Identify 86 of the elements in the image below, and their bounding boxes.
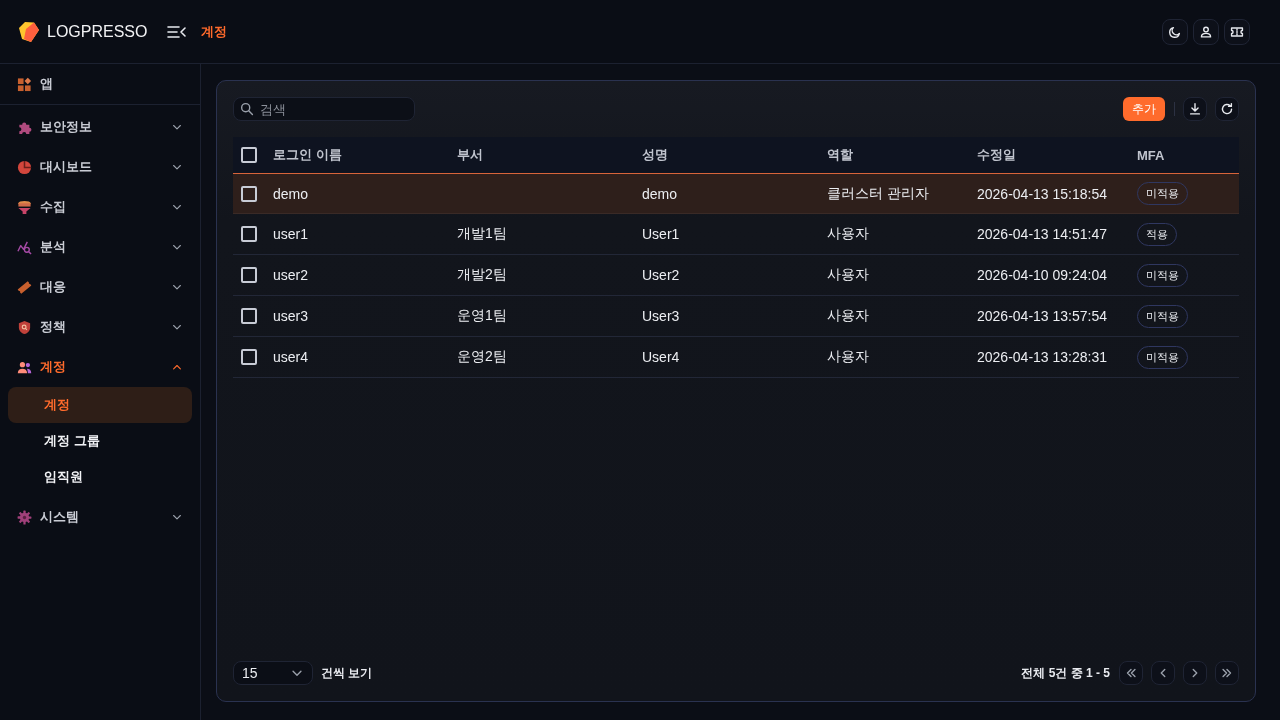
search-icon bbox=[240, 102, 254, 116]
sidebar-item[interactable]: 보안정보 bbox=[40, 118, 92, 136]
table-cell-text: 사용자 bbox=[826, 348, 870, 366]
sidebar-subitem[interactable]: 계정 그룹 bbox=[8, 423, 192, 459]
pagination-summary: 전체 5건 중 1 - 5 bbox=[1021, 664, 1110, 682]
chart-search-icon bbox=[17, 239, 32, 255]
table-cell-text: user2 bbox=[272, 267, 310, 283]
table-cell-text: User4 bbox=[641, 349, 681, 365]
ticket-icon[interactable] bbox=[1230, 24, 1244, 39]
user-icon[interactable] bbox=[1199, 24, 1213, 39]
gear-icon bbox=[17, 509, 32, 525]
breadcrumb[interactable]: 계정 bbox=[201, 22, 228, 41]
sidebar-item[interactable]: 대시보드 bbox=[40, 158, 92, 176]
column-header: 성명 bbox=[641, 146, 669, 164]
next-page-button[interactable] bbox=[1183, 661, 1207, 685]
users-icon bbox=[17, 359, 32, 375]
table-cell-text: 운영2팀 bbox=[456, 348, 508, 366]
table-cell-text: User1 bbox=[641, 226, 681, 242]
checkbox[interactable] bbox=[241, 185, 257, 202]
table-cell-text: 2026-04-13 14:51:47 bbox=[976, 226, 1108, 242]
page-size-select[interactable]: 15 bbox=[233, 661, 313, 685]
funnel-icon bbox=[17, 199, 32, 215]
table-row[interactable]: user4 운영2팀 User4 사용자 2026-04-13 13:28:31 미적용 bbox=[233, 337, 1239, 378]
table-row[interactable]: demo demo 클러스터 관리자 2026-04-13 15:18:54 미적용 bbox=[233, 173, 1239, 214]
account-button[interactable] bbox=[1193, 18, 1219, 45]
first-page-button[interactable] bbox=[1119, 661, 1143, 685]
search-field[interactable]: 검색 bbox=[233, 97, 415, 121]
table-cell-text: 2026-04-13 13:57:54 bbox=[976, 308, 1108, 324]
column-header: MFA bbox=[1136, 147, 1166, 163]
refresh-icon[interactable] bbox=[1220, 102, 1234, 116]
table-cell-text: 2026-04-10 09:24:04 bbox=[976, 267, 1108, 283]
sidebar-item[interactable]: 정책 bbox=[40, 318, 66, 336]
table-cell-text: 개발2팀 bbox=[456, 266, 508, 284]
chevrons-left-icon[interactable] bbox=[1124, 666, 1138, 680]
ticket-icon bbox=[17, 279, 32, 295]
theme-toggle-button[interactable] bbox=[1162, 18, 1188, 45]
table-cell-text: 2026-04-13 15:18:54 bbox=[976, 185, 1108, 202]
table-cell-text: demo bbox=[272, 185, 310, 202]
table-cell-text: user3 bbox=[272, 308, 310, 324]
menu-collapse-icon[interactable] bbox=[167, 23, 188, 40]
checkbox[interactable] bbox=[241, 349, 257, 365]
table-cell-text: 클러스터 관리자 bbox=[826, 184, 930, 203]
checkbox[interactable] bbox=[241, 308, 257, 324]
table-row[interactable]: user3 운영1팀 User3 사용자 2026-04-13 13:57:54 미적용 bbox=[233, 296, 1239, 337]
table-cell-text: 사용자 bbox=[826, 225, 870, 243]
table-cell-text: User2 bbox=[641, 267, 681, 283]
chevrons-right-icon[interactable] bbox=[1220, 666, 1234, 680]
column-header: 로그인 이름 bbox=[272, 146, 343, 164]
table-cell-text: user1 bbox=[272, 226, 310, 242]
sidebar-item[interactable]: 시스템 bbox=[40, 508, 79, 526]
table-cell-text: demo bbox=[641, 185, 679, 202]
column-header: 역할 bbox=[826, 146, 854, 164]
grid-icon bbox=[17, 76, 32, 92]
brand-name: LOGPRESSO bbox=[47, 22, 148, 41]
download-icon[interactable] bbox=[1188, 102, 1202, 116]
table-row[interactable]: user1 개발1팀 User1 사용자 2026-04-13 14:51:47 적용 bbox=[233, 214, 1239, 255]
checkbox[interactable] bbox=[241, 147, 257, 163]
table-cell-text: 사용자 bbox=[826, 266, 870, 284]
table-cell-text: user4 bbox=[272, 349, 310, 365]
table-cell-text: 운영1팀 bbox=[456, 307, 508, 325]
logo-icon bbox=[17, 19, 41, 44]
sidebar-item[interactable]: 분석 bbox=[40, 238, 66, 256]
sidebar-item[interactable]: 수집 bbox=[40, 198, 66, 216]
pie-chart-icon bbox=[17, 159, 32, 175]
apps-link[interactable]: 앱 bbox=[0, 64, 200, 104]
sidebar-subitem[interactable]: 계정 bbox=[8, 387, 192, 423]
column-header: 수정일 bbox=[976, 146, 1017, 164]
table-cell-text: 사용자 bbox=[826, 307, 870, 325]
checkbox[interactable] bbox=[241, 226, 257, 242]
table-cell-text: User3 bbox=[641, 308, 681, 324]
ticket-button[interactable] bbox=[1224, 18, 1250, 45]
sidebar-item[interactable]: 대응 bbox=[40, 278, 66, 296]
column-header: 부서 bbox=[456, 146, 484, 164]
refresh-button[interactable] bbox=[1215, 97, 1239, 121]
sidebar-item[interactable]: 계정 bbox=[40, 358, 66, 376]
sidebar-subitem[interactable]: 임직원 bbox=[8, 459, 192, 495]
table-row[interactable]: user2 개발2팀 User2 사용자 2026-04-10 09:24:04 미적용 bbox=[233, 255, 1239, 296]
last-page-button[interactable] bbox=[1215, 661, 1239, 685]
checkbox[interactable] bbox=[241, 267, 257, 283]
shield-icon bbox=[17, 319, 32, 335]
previous-page-button[interactable] bbox=[1151, 661, 1175, 685]
table-cell-text: 2026-04-13 13:28:31 bbox=[976, 349, 1108, 365]
download-button[interactable] bbox=[1183, 97, 1207, 121]
table-cell-text: 개발1팀 bbox=[456, 225, 508, 243]
moon-icon[interactable] bbox=[1168, 24, 1182, 39]
page-size-label: 건씩 보기 bbox=[321, 664, 373, 682]
